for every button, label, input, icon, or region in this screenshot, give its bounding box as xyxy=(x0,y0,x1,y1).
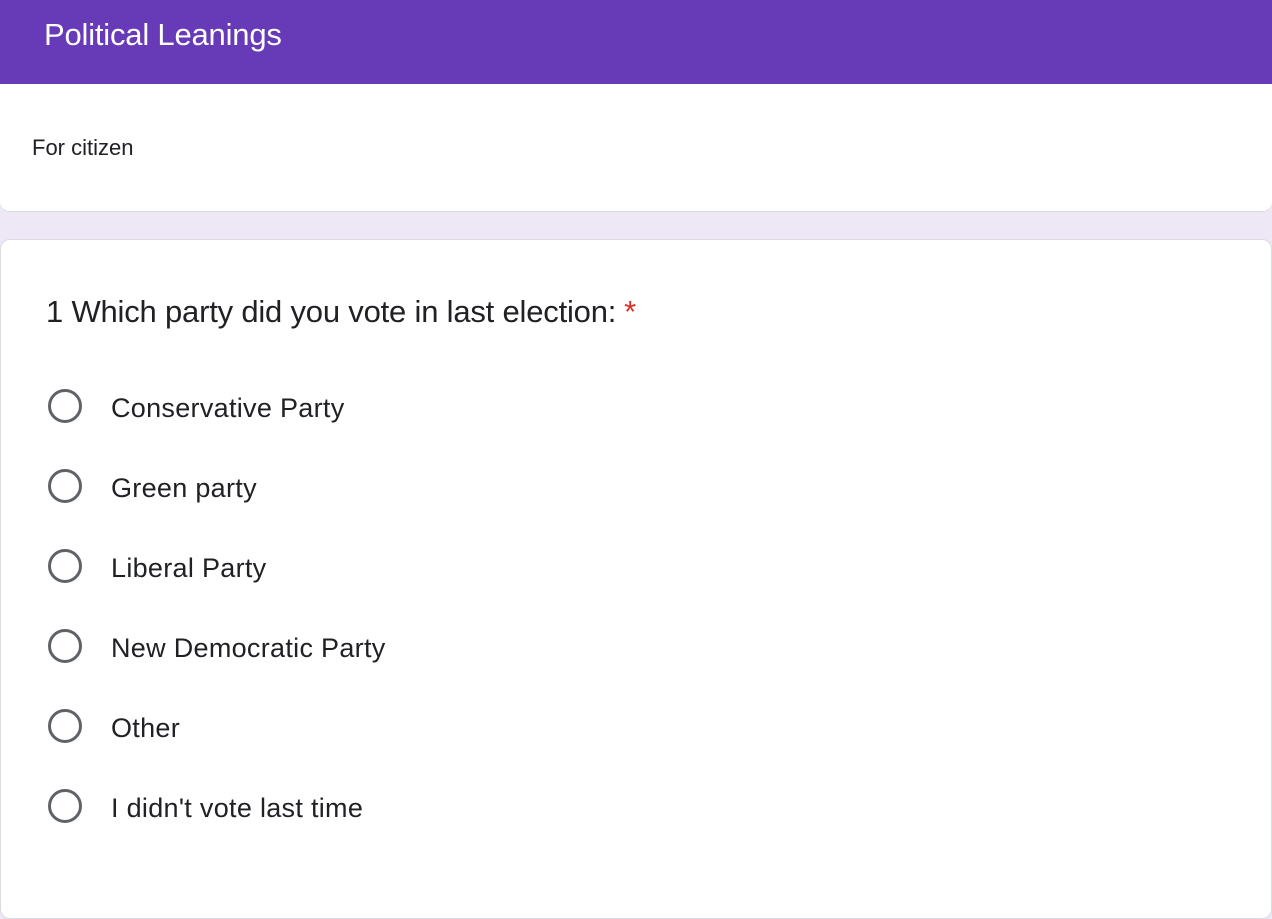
option-label: New Democratic Party xyxy=(111,633,386,663)
form-description: For citizen xyxy=(32,135,134,160)
question-card: 1 Which party did you vote in last elect… xyxy=(0,239,1272,919)
form-description-card: For citizen xyxy=(0,84,1272,212)
form-header-band: Political Leanings xyxy=(0,0,1272,84)
form-title: Political Leanings xyxy=(44,17,282,52)
radio-button[interactable] xyxy=(48,469,82,503)
radio-button[interactable] xyxy=(48,789,82,823)
option-conservative-party[interactable]: Conservative Party xyxy=(46,385,646,465)
radio-group: Conservative Party Green party Liberal P… xyxy=(46,385,646,865)
radio-button[interactable] xyxy=(48,389,82,423)
required-asterisk: * xyxy=(624,294,637,329)
option-label: Conservative Party xyxy=(111,393,345,423)
option-new-democratic-party[interactable]: New Democratic Party xyxy=(46,625,646,705)
option-liberal-party[interactable]: Liberal Party xyxy=(46,545,646,625)
option-label: I didn't vote last time xyxy=(111,793,364,823)
question-title-text: 1 Which party did you vote in last elect… xyxy=(46,294,617,329)
option-label: Green party xyxy=(111,473,257,503)
option-other[interactable]: Other xyxy=(46,705,646,785)
option-label: Liberal Party xyxy=(111,553,267,583)
option-green-party[interactable]: Green party xyxy=(46,465,646,545)
radio-button[interactable] xyxy=(48,629,82,663)
question-title: 1 Which party did you vote in last elect… xyxy=(46,292,636,332)
option-label: Other xyxy=(111,713,181,743)
option-did-not-vote[interactable]: I didn't vote last time xyxy=(46,785,646,865)
radio-button[interactable] xyxy=(48,709,82,743)
radio-button[interactable] xyxy=(48,549,82,583)
